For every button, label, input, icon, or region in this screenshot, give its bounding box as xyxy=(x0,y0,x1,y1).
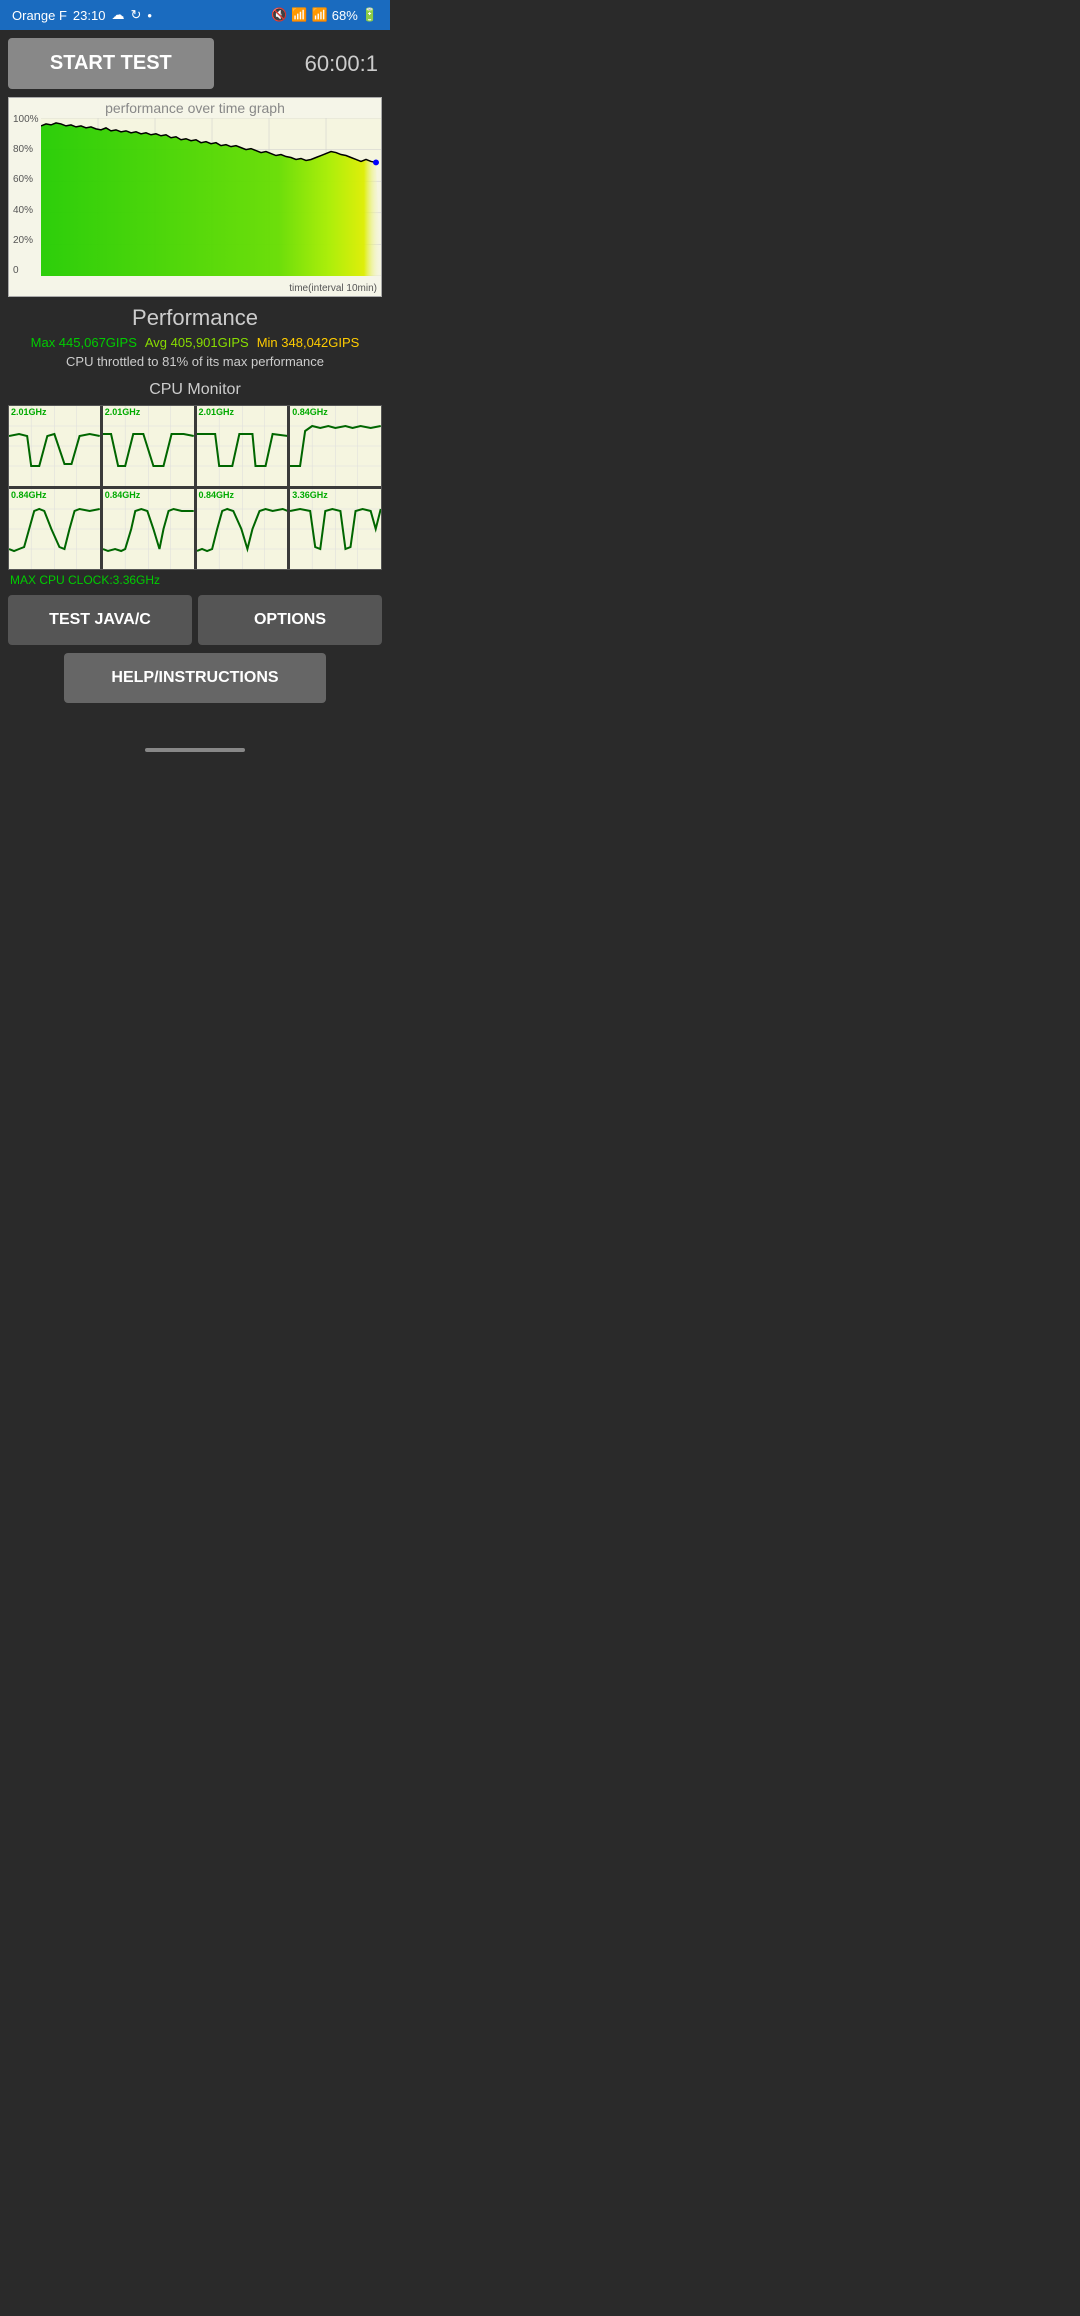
battery-icon: 🔋 xyxy=(362,7,378,23)
cpu-freq-6: 0.84GHz xyxy=(105,490,141,500)
y-label-40: 40% xyxy=(13,205,39,216)
cpu-cell-8: 3.36GHz xyxy=(290,489,381,569)
y-label-0: 0 xyxy=(13,265,39,276)
cpu-cell-5: 0.84GHz xyxy=(9,489,100,569)
y-label-20: 20% xyxy=(13,235,39,246)
cpu-freq-5: 0.84GHz xyxy=(11,490,47,500)
graph-area xyxy=(41,118,381,276)
timer-display: 60:00:1 xyxy=(214,51,382,77)
cloud-icon: ☁ xyxy=(111,7,124,23)
stat-max: Max 445,067GIPS xyxy=(31,335,137,350)
cpu-monitor-section: CPU Monitor 2.01GHz 2.01G xyxy=(8,381,382,587)
y-label-100: 100% xyxy=(13,114,39,125)
sync-icon: ↻ xyxy=(130,7,141,23)
max-cpu-label: MAX CPU CLOCK:3.36GHz xyxy=(8,573,382,587)
status-bar: Orange F 23:10 ☁ ↻ • 🔇 📶 📶 68% 🔋 xyxy=(0,0,390,30)
dot-icon: • xyxy=(147,8,152,23)
start-test-button[interactable]: START TEST xyxy=(8,38,214,89)
cpu-freq-8: 3.36GHz xyxy=(292,490,328,500)
battery-label: 68% xyxy=(332,8,358,23)
help-row: HELP/INSTRUCTIONS xyxy=(8,653,382,703)
graph-y-labels: 100% 80% 60% 40% 20% 0 xyxy=(9,114,43,276)
nav-bar xyxy=(0,731,390,765)
cpu-monitor-title: CPU Monitor xyxy=(8,381,382,399)
performance-graph: performance over time graph 100% 80% 60%… xyxy=(8,97,382,297)
signal-icon: 📶 xyxy=(312,7,328,23)
options-button[interactable]: OPTIONS xyxy=(198,595,382,645)
time-label: 23:10 xyxy=(73,8,106,23)
stat-min: Min 348,042GIPS xyxy=(257,335,360,350)
y-label-80: 80% xyxy=(13,144,39,155)
cpu-freq-2: 2.01GHz xyxy=(105,407,141,417)
throttle-text: CPU throttled to 81% of its max performa… xyxy=(8,354,382,369)
test-java-c-button[interactable]: TEST JAVA/C xyxy=(8,595,192,645)
cpu-cell-6: 0.84GHz xyxy=(103,489,194,569)
status-right: 🔇 📶 📶 68% 🔋 xyxy=(271,7,378,23)
performance-title: Performance xyxy=(8,305,382,331)
graph-title: performance over time graph xyxy=(9,100,381,116)
performance-section: Performance Max 445,067GIPS Avg 405,901G… xyxy=(8,305,382,369)
y-label-60: 60% xyxy=(13,174,39,185)
cpu-freq-1: 2.01GHz xyxy=(11,407,47,417)
cpu-freq-3: 2.01GHz xyxy=(199,407,235,417)
status-left: Orange F 23:10 ☁ ↻ • xyxy=(12,7,152,23)
nav-pill xyxy=(145,748,245,752)
graph-x-label: time(interval 10min) xyxy=(289,283,377,294)
carrier-label: Orange F xyxy=(12,8,67,23)
stat-avg: Avg 405,901GIPS xyxy=(145,335,249,350)
cpu-cell-4: 0.84GHz xyxy=(290,406,381,486)
performance-stats: Max 445,067GIPS Avg 405,901GIPS Min 348,… xyxy=(8,335,382,350)
help-instructions-button[interactable]: HELP/INSTRUCTIONS xyxy=(64,653,326,703)
wifi-icon: 📶 xyxy=(291,7,307,23)
cpu-freq-4: 0.84GHz xyxy=(292,407,328,417)
cpu-cell-7: 0.84GHz xyxy=(197,489,288,569)
cpu-cell-2: 2.01GHz xyxy=(103,406,194,486)
top-controls: START TEST 60:00:1 xyxy=(8,38,382,89)
mute-icon: 🔇 xyxy=(271,7,287,23)
cpu-cell-1: 2.01GHz xyxy=(9,406,100,486)
cpu-cell-3: 2.01GHz xyxy=(197,406,288,486)
bottom-buttons: TEST JAVA/C OPTIONS xyxy=(8,595,382,645)
main-content: START TEST 60:00:1 performance over time… xyxy=(0,30,390,731)
cpu-grid: 2.01GHz 2.01GHz xyxy=(8,405,382,570)
cpu-freq-7: 0.84GHz xyxy=(199,490,235,500)
